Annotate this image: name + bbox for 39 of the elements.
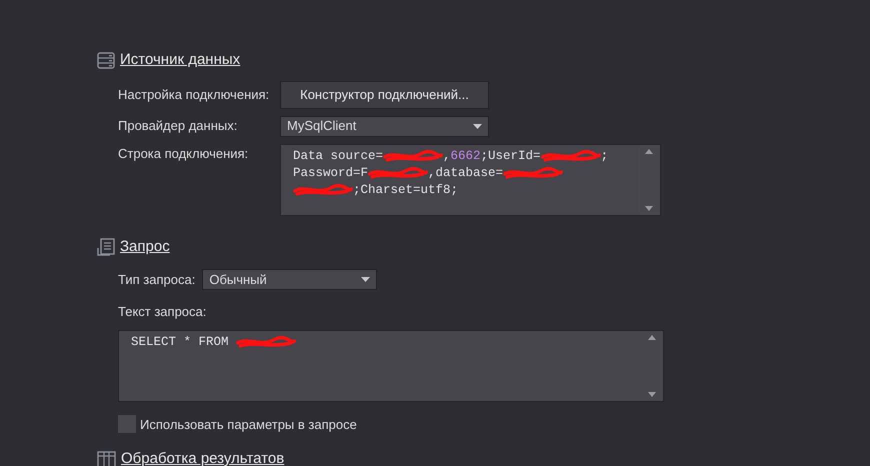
field-label: Строка подключения: (118, 144, 250, 163)
query-type-dropdown[interactable]: Обычный (202, 269, 378, 290)
redaction-scribble (368, 166, 428, 180)
scroll-up-icon (648, 334, 656, 340)
code-text: ,database= (428, 164, 504, 182)
table-icon (97, 450, 116, 466)
checkbox[interactable] (118, 415, 136, 434)
provider-dropdown[interactable]: MySqlClient (280, 116, 489, 136)
field-label: Текст запроса: (118, 303, 208, 321)
code-text: ;Charset=utf8; (353, 182, 458, 198)
code-editor[interactable]: SELECT * FROM (118, 330, 664, 402)
code-text: , (443, 148, 451, 164)
field-label: Провайдер данных: (118, 117, 238, 136)
scroll-down-icon (645, 206, 653, 210)
code-text: Data source= (293, 148, 384, 164)
document-icon (97, 238, 115, 256)
redaction-scribble (383, 149, 444, 163)
connection-builder-button[interactable]: Конструктор подключений... (280, 80, 489, 108)
field-label: Тип запроса: (118, 270, 196, 289)
scroll-up-icon (645, 148, 653, 154)
redaction-scribble (236, 335, 296, 349)
code-text: SELECT * FROM (131, 334, 230, 350)
section-title[interactable]: Обработка результатов (121, 448, 284, 466)
scroll-down-icon (648, 392, 656, 396)
code-editor[interactable]: Data source= ,6662;UserId= ; Password=F ,database= ;Charset=utf8; (280, 144, 661, 216)
redaction-scribble (503, 166, 564, 180)
code-text: ; (600, 148, 608, 164)
caret-icon (473, 124, 482, 128)
section-title[interactable]: Источник данных (120, 49, 240, 72)
caret-icon (361, 277, 370, 282)
redaction-scribble (540, 149, 601, 163)
code-text: Password=F (293, 164, 368, 182)
server-icon (97, 52, 115, 69)
code-text: ;UserId= (480, 148, 541, 164)
field-label: Настройка подключения: (118, 86, 270, 104)
redaction-scribble (293, 183, 353, 197)
section-title[interactable]: Запрос (120, 236, 170, 258)
code-number: 6662 (450, 148, 481, 164)
checkbox-label: Использовать параметры в запросе (140, 416, 357, 434)
